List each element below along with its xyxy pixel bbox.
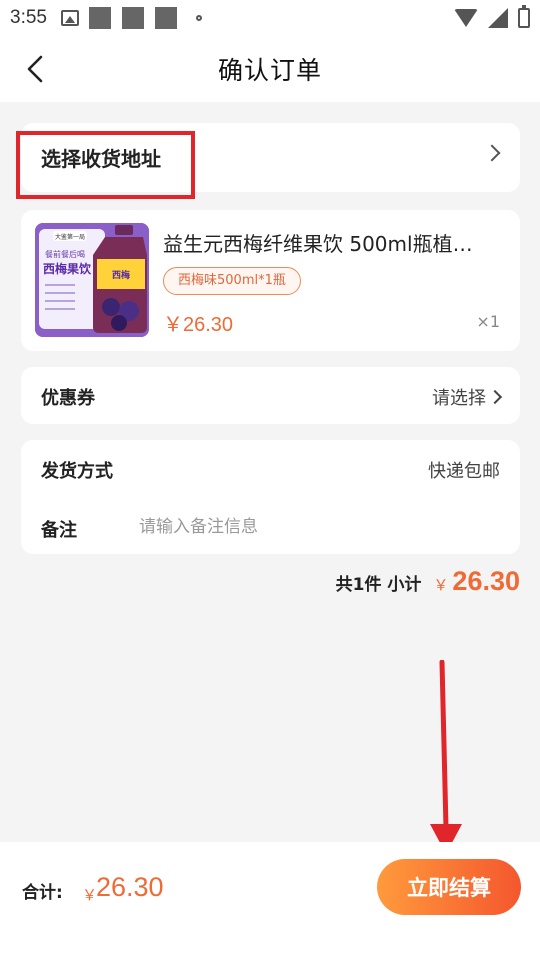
image-badge-text: 大鉴第一局 [55,233,85,241]
total-amount: 26.30 [96,872,164,902]
remark-label: 备注 [41,520,77,541]
shipping-remark-card: 发货方式 快递包邮 备注 [21,440,520,554]
select-address-row[interactable]: 选择收货地址 [21,123,520,192]
arrow-down-icon [430,660,462,854]
status-time: 3:55 [10,7,47,28]
back-button[interactable] [20,54,50,84]
total-label: 合计: [22,883,63,903]
page-title: 确认订单 [217,56,322,85]
coupon-label: 优惠券 [41,388,95,409]
coupon-value: 请选择 [432,384,503,410]
image-line2-text: 西梅果饮 [43,261,92,276]
checkout-bar: 合计: ￥ 26.30 立即结算 [0,842,540,960]
status-bar: 3:55 [0,0,540,36]
total-currency: ￥ [82,886,98,904]
subtotal-count-label: 共1件 小计 [335,575,422,595]
remark-input[interactable] [139,512,499,542]
dot-icon [195,15,202,21]
wifi-icon [454,9,478,27]
coupon-row[interactable]: 优惠券 请选择 [21,367,520,424]
chevron-right-icon [483,144,501,162]
product-spec-tag: 西梅味500ml*1瓶 [163,267,301,295]
shipping-label: 发货方式 [41,461,113,482]
address-label: 选择收货地址 [41,147,161,171]
product-price: ￥26.30 [163,314,234,336]
image-notification-icon [60,10,79,26]
notification-icon [88,7,111,29]
product-name: 益生元西梅纤维果饮 500ml瓶植… [163,232,473,256]
product-quantity: ×1 [476,312,500,331]
image-line1-text: 餐前餐后喝 [45,249,85,259]
product-image: 大鉴第一局 餐前餐后喝 西梅果饮 西梅 [35,223,149,337]
checkout-button[interactable]: 立即结算 [377,859,521,915]
battery-icon [518,5,530,28]
chevron-left-icon [27,55,43,83]
product-image-graphic: 大鉴第一局 餐前餐后喝 西梅果饮 西梅 [35,223,149,337]
subtotal-amount: 26.30 [452,566,520,596]
subtotal: 共1件 小计 ￥ 26.30 [336,566,520,597]
nav-bar: 确认订单 [0,36,540,102]
signal-icon [488,8,508,28]
chevron-right-icon [487,389,503,405]
coupon-select-text: 请选择 [432,388,486,409]
product-card: 大鉴第一局 餐前餐后喝 西梅果饮 西梅 益生元西梅纤维果饮 500ml瓶植… 西… [21,210,520,351]
notification-icon [121,7,144,29]
notification-icon [154,7,177,29]
svg-text:西梅: 西梅 [112,269,130,281]
subtotal-currency: ￥ [433,576,449,594]
shipping-value: 快递包邮 [428,461,500,482]
